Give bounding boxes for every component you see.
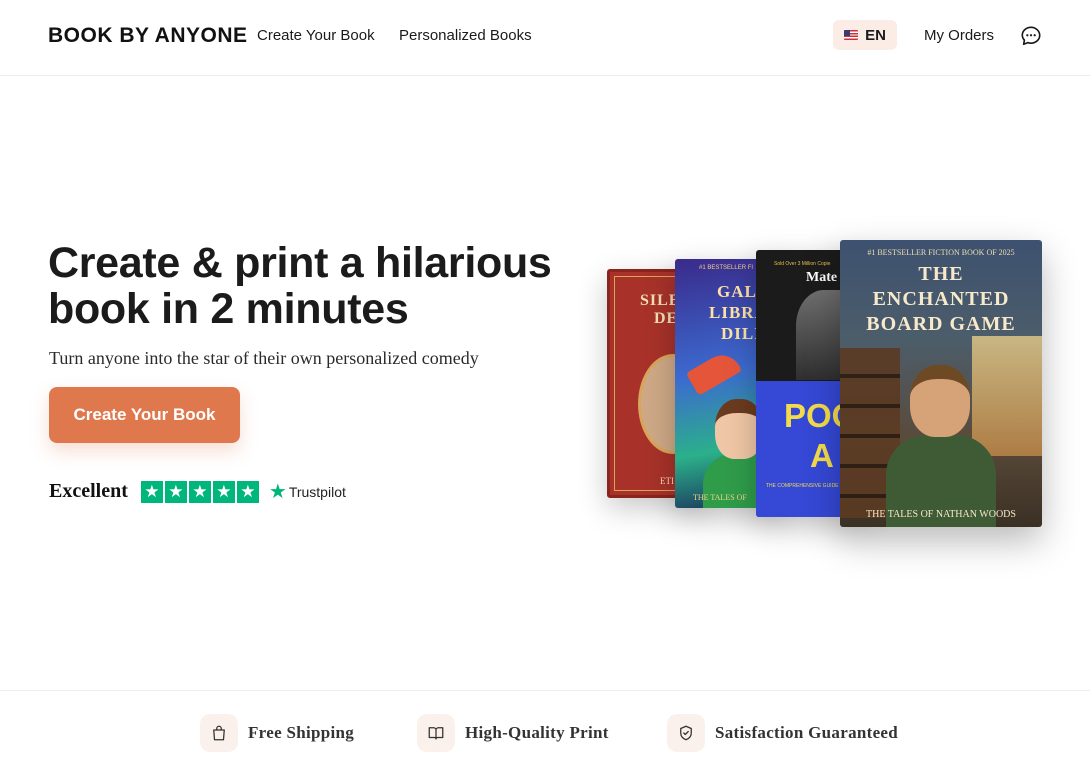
language-selector[interactable]: EN: [833, 20, 897, 50]
us-flag-icon: [844, 30, 859, 40]
trustpilot-rating[interactable]: Excellent ★ ★ ★ ★ ★ ★ Trustpilot: [49, 480, 346, 503]
book2-footer: THE TALES OF: [693, 493, 747, 502]
nav-create-your-book[interactable]: Create Your Book: [257, 27, 375, 44]
hero-subtitle: Turn anyone into the star of their own p…: [49, 348, 479, 368]
book3-header: Sold Over 3 Million Copie: [774, 261, 831, 267]
feature-label: Satisfaction Guaranteed: [715, 723, 899, 742]
hero-title: Create & print a hilarious book in 2 min…: [48, 240, 568, 332]
trustpilot-label: Trustpilot: [288, 483, 346, 500]
star-icon: ★: [236, 480, 259, 503]
book4-header: #1 BESTSELLER FICTION BOOK OF 2025: [867, 248, 1015, 257]
rating-stars: ★ ★ ★ ★ ★: [140, 480, 259, 503]
book2-header: #1 BESTSELLER FI: [699, 265, 754, 271]
star-icon: ★: [140, 480, 163, 503]
book3-subtext: THE COMPREHENSIVE GUIDE TO: [766, 483, 847, 489]
book4-footer: THE TALES OF NATHAN WOODS: [866, 509, 1016, 520]
features-bar: Free Shipping High-Quality Print Satisfa…: [0, 690, 1090, 768]
star-icon: ★: [164, 480, 187, 503]
book4-figure-head: [910, 365, 970, 437]
star-icon: ★: [188, 480, 211, 503]
my-orders-link[interactable]: My Orders: [924, 27, 994, 44]
hero-title-line2: book in 2 minutes: [48, 285, 409, 333]
feature-label: Free Shipping: [248, 723, 355, 742]
create-your-book-button[interactable]: Create Your Book: [49, 387, 240, 443]
book1-author: ETI: [660, 476, 674, 486]
site-header: BOOK BY ANYONE Create Your Book Personal…: [0, 0, 1090, 76]
language-code: EN: [865, 26, 886, 44]
feature-free-shipping: Free Shipping: [200, 714, 354, 752]
feature-high-quality-print: High-Quality Print: [417, 714, 609, 752]
trustpilot-star-icon: ★: [268, 480, 287, 503]
feature-satisfaction-guaranteed: Satisfaction Guaranteed: [667, 714, 898, 752]
book4-title: THE ENCHANTED BOARD GAME: [866, 263, 1016, 335]
book-cover-4: #1 BESTSELLER FICTION BOOK OF 2025 THE E…: [840, 240, 1042, 527]
shield-check-icon: [667, 714, 705, 752]
chat-bubble-icon[interactable]: [1020, 25, 1042, 47]
star-icon: ★: [212, 480, 235, 503]
feature-label: High-Quality Print: [465, 723, 609, 742]
rating-word: Excellent: [49, 480, 128, 502]
shopping-bag-icon: [200, 714, 238, 752]
book2-rocket: [685, 348, 743, 396]
hero-title-line1: Create & print a hilarious: [48, 239, 552, 287]
book3-title: Mate: [806, 270, 838, 285]
open-book-icon: [417, 714, 455, 752]
book4-window: [972, 336, 1042, 456]
nav-personalized-books[interactable]: Personalized Books: [399, 27, 532, 44]
site-logo[interactable]: BOOK BY ANYONE: [48, 24, 248, 48]
